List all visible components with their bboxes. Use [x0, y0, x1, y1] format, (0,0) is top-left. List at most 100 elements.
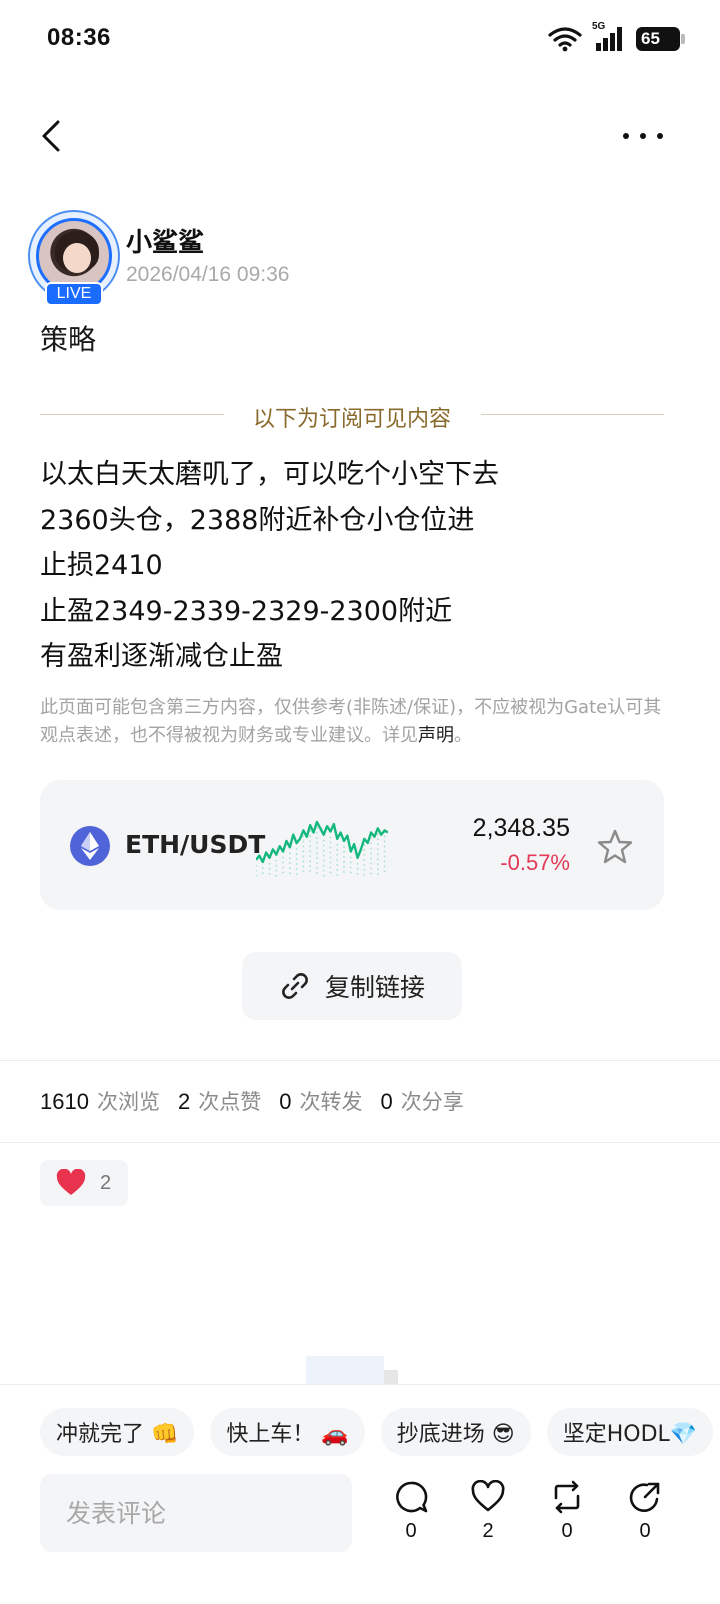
- sparkline-fill-dot: [336, 843, 339, 846]
- sparkline-fill-dot: [343, 871, 345, 873]
- sparkline-fill-dot: [370, 847, 372, 850]
- sparkline-fill-dot: [268, 867, 271, 870]
- sparkline-fill-dot: [288, 852, 291, 855]
- link-icon: [282, 973, 308, 999]
- heart-reaction-chip[interactable]: 2: [40, 1160, 128, 1206]
- status-icons: 5G 65: [548, 21, 685, 52]
- sparkline-fill-dot: [309, 855, 312, 858]
- sparkline-fill-dot: [376, 873, 379, 876]
- comment-input[interactable]: [40, 1474, 352, 1552]
- status-time: 08:36: [47, 24, 111, 51]
- share-action[interactable]: 0: [617, 1480, 673, 1560]
- sparkline-fill-dot: [282, 861, 284, 864]
- like-action[interactable]: 2: [460, 1480, 516, 1560]
- sparkline-fill-dot: [309, 860, 312, 863]
- price-sparkline: [256, 820, 388, 877]
- sparkline-fill-dot: [295, 858, 298, 860]
- body-line: 以太白天太磨叽了，可以吃个小空下去: [40, 459, 499, 490]
- body-line: 有盈利逐渐减仓止盈: [40, 641, 283, 672]
- reposts-label: 次转发: [299, 1090, 363, 1114]
- sparkline-fill-dot: [329, 861, 332, 864]
- sparkline-fill-dot: [363, 848, 366, 851]
- quick-reply-chip[interactable]: 快上车！ 🚗: [210, 1408, 365, 1456]
- sparkline-fill-dot: [261, 872, 264, 874]
- sparkline-fill-dot: [302, 845, 305, 848]
- disclaimer-link[interactable]: 声明: [418, 725, 454, 746]
- sparkline-fill-dot: [356, 862, 359, 865]
- sparkline-fill-dot: [376, 863, 379, 866]
- quick-reply-chip[interactable]: 抄底进场 😎: [380, 1408, 531, 1456]
- sparkline-fill-dot: [322, 844, 325, 847]
- post-timestamp: 2026/04/16 09:36: [126, 263, 290, 286]
- sparkline-fill-dot: [316, 862, 318, 864]
- disclaimer-text: 此页面可能包含第三方内容，仅供参考(非陈述/保证)，不应被视为Gate认可其观点…: [40, 697, 662, 746]
- sparkline-fill-dot: [329, 851, 332, 854]
- sparkline-fill-dot: [329, 871, 332, 874]
- sparkline-fill-dot: [336, 863, 339, 866]
- sparkline-fill-dot: [309, 840, 312, 843]
- sparkline-fill-dot: [316, 872, 318, 874]
- post-title: 策略: [40, 323, 97, 356]
- sparkline-fill-dot: [316, 842, 318, 844]
- body-line: 止盈2349-2339-2329-2300附近: [40, 595, 453, 627]
- sparkline-fill-dot: [322, 849, 325, 852]
- sparkline-fill-dot: [268, 872, 271, 875]
- copy-link-button[interactable]: 复制链接: [242, 952, 462, 1020]
- sparkline-fill-dot: [363, 868, 366, 871]
- sparkline-fill-dot: [370, 857, 372, 860]
- sparkline-fill-dot: [376, 853, 379, 856]
- sparkline-fill-dot: [275, 859, 278, 862]
- repost-action[interactable]: 0: [539, 1480, 595, 1560]
- sparkline-fill-dot: [343, 851, 345, 853]
- repost-icon: [554, 1480, 580, 1514]
- wifi-icon: [548, 27, 582, 52]
- sparkline-line: [256, 820, 388, 864]
- comment-icon: [396, 1481, 428, 1513]
- back-arrow-icon[interactable]: [36, 116, 76, 156]
- sparkline-fill-dot: [282, 871, 284, 874]
- sparkline-fill-dot: [322, 859, 325, 862]
- sparkline-fill-dot: [275, 864, 278, 867]
- eth-icon: [70, 826, 110, 866]
- quick-reply-chip[interactable]: 坚定HODL💎: [546, 1408, 714, 1456]
- sparkline-fill-dot: [316, 832, 318, 834]
- reaction-count: 2: [100, 1171, 112, 1194]
- live-badge: LIVE: [45, 282, 103, 306]
- sparkline-fill-dot: [288, 867, 291, 870]
- reposts-count: 0: [279, 1089, 292, 1114]
- sparkline-fill-dot: [376, 848, 379, 851]
- sparkline-fill-dot: [349, 871, 352, 874]
- disclaimer: 此页面可能包含第三方内容，仅供参考(非陈述/保证)，不应被视为Gate认可其观点…: [40, 694, 676, 750]
- sparkline-fill-dot: [349, 866, 352, 869]
- sparkline-fill-dot: [295, 863, 298, 865]
- sparkline-fill-dot: [349, 856, 352, 859]
- quick-reply-chip[interactable]: 冲就完了 👊: [40, 1408, 195, 1456]
- comment-action[interactable]: 0: [383, 1480, 439, 1560]
- sparkline-fill-dot: [322, 869, 325, 872]
- ticker-price: 2,348.35: [472, 814, 570, 842]
- sparkline-fill-dot: [336, 848, 339, 851]
- ticker-pair: ETH/USDT: [125, 830, 266, 859]
- battery-level: 65: [641, 29, 660, 48]
- author-avatar[interactable]: LIVE: [28, 210, 120, 306]
- more-options-icon[interactable]: [618, 118, 668, 154]
- sparkline-fill-dot: [275, 869, 278, 872]
- body-line: 2360头仓，2388附近补仓小仓位进: [40, 504, 475, 536]
- favorite-star-icon[interactable]: [596, 828, 634, 866]
- sparkline-fill-dot: [256, 864, 257, 867]
- subscriber-content-label: 以下为订阅可见内容: [252, 407, 451, 432]
- sparkline-fill-dot: [288, 862, 291, 865]
- sparkline-fill-dot: [363, 863, 366, 866]
- share-icon: [629, 1482, 660, 1512]
- comment-count: 0: [405, 1520, 417, 1542]
- sparkline-fill-dot: [356, 872, 359, 875]
- sparkline-fill-dot: [261, 867, 264, 869]
- sparkline-fill-dot: [302, 865, 305, 868]
- sparkline-fill-dot: [370, 867, 372, 870]
- sparkline-fill-dot: [343, 861, 345, 863]
- disclaimer-end: 。: [454, 725, 472, 746]
- author-name[interactable]: 小鲨鲨: [126, 222, 204, 259]
- sparkline-fill-dot: [383, 870, 386, 873]
- sparkline-fill-dot: [282, 866, 284, 869]
- sparkline-fill-dot: [309, 865, 312, 868]
